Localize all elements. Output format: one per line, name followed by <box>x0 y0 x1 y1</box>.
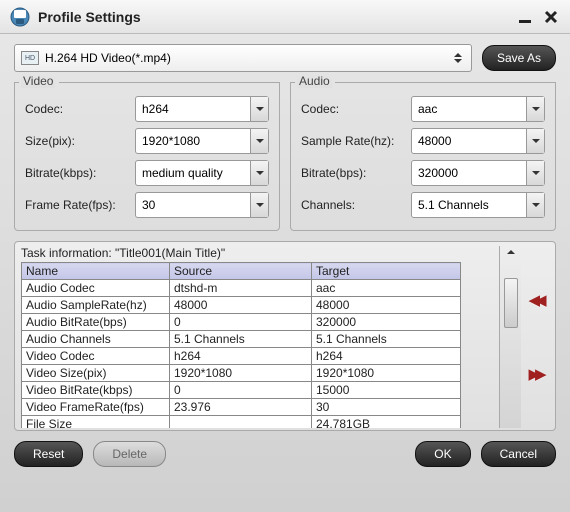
cell-target: 1920*1080 <box>312 365 461 382</box>
reset-button[interactable]: Reset <box>14 441 83 467</box>
video-bitrate-label: Bitrate(kbps): <box>25 166 135 180</box>
audio-channels-select[interactable]: 5.1 Channels <box>411 192 545 218</box>
updown-icon <box>451 53 465 63</box>
chevron-down-icon <box>526 97 544 121</box>
video-codec-label: Codec: <box>25 102 135 116</box>
chevron-down-icon <box>526 193 544 217</box>
chevron-down-icon <box>250 161 268 185</box>
cell-target: 320000 <box>312 314 461 331</box>
cell-name: Video Size(pix) <box>22 365 170 382</box>
cell-target: h264 <box>312 348 461 365</box>
task-info: Task information: "Title001(Main Title)" <box>21 246 499 260</box>
titlebar: Profile Settings <box>0 0 570 34</box>
task-table: Name Source Target Audio Codecdtshd-maac… <box>21 262 461 428</box>
video-bitrate-select[interactable]: medium quality <box>135 160 269 186</box>
cell-source: 0 <box>170 314 312 331</box>
cell-name: Video BitRate(kbps) <box>22 382 170 399</box>
cell-target: aac <box>312 280 461 297</box>
video-framerate-label: Frame Rate(fps): <box>25 198 135 212</box>
audio-codec-select[interactable]: aac <box>411 96 545 122</box>
chevron-down-icon <box>250 193 268 217</box>
prev-button[interactable]: ◀◀ <box>528 291 541 309</box>
table-row[interactable]: Audio Codecdtshd-maac <box>22 280 461 297</box>
cell-target: 24.781GB <box>312 416 461 429</box>
video-framerate-select[interactable]: 30 <box>135 192 269 218</box>
cell-target: 15000 <box>312 382 461 399</box>
scroll-up-icon[interactable] <box>507 250 515 254</box>
audio-codec-label: Codec: <box>301 102 411 116</box>
close-button[interactable] <box>542 8 560 26</box>
video-size-label: Size(pix): <box>25 134 135 148</box>
table-row[interactable]: Audio BitRate(bps)0320000 <box>22 314 461 331</box>
audio-sample-label: Sample Rate(hz): <box>301 134 411 148</box>
chevron-down-icon <box>250 97 268 121</box>
table-row[interactable]: Audio Channels5.1 Channels5.1 Channels <box>22 331 461 348</box>
table-row[interactable]: File Size 24.781GB <box>22 416 461 429</box>
footer: Reset Delete OK Cancel <box>0 431 570 477</box>
ok-button[interactable]: OK <box>415 441 470 467</box>
cell-source: dtshd-m <box>170 280 312 297</box>
cell-source: 5.1 Channels <box>170 331 312 348</box>
cell-source: 48000 <box>170 297 312 314</box>
audio-legend: Audio <box>297 74 332 88</box>
chevron-down-icon <box>250 129 268 153</box>
cell-name: Audio BitRate(bps) <box>22 314 170 331</box>
table-row[interactable]: Video Size(pix)1920*10801920*1080 <box>22 365 461 382</box>
col-source[interactable]: Source <box>170 263 312 280</box>
cell-target: 48000 <box>312 297 461 314</box>
minimize-button[interactable] <box>516 8 534 26</box>
audio-sample-select[interactable]: 48000 <box>411 128 545 154</box>
cell-source: h264 <box>170 348 312 365</box>
audio-bitrate-select[interactable]: 320000 <box>411 160 545 186</box>
delete-button[interactable]: Delete <box>93 441 166 467</box>
cell-name: Video Codec <box>22 348 170 365</box>
col-name[interactable]: Name <box>22 263 170 280</box>
chevron-down-icon <box>526 161 544 185</box>
task-panel: Task information: "Title001(Main Title)"… <box>14 241 556 431</box>
cell-name: Audio Channels <box>22 331 170 348</box>
table-row[interactable]: Video FrameRate(fps)23.97630 <box>22 399 461 416</box>
scrollbar[interactable] <box>499 246 521 428</box>
table-row[interactable]: Audio SampleRate(hz)4800048000 <box>22 297 461 314</box>
scroll-thumb[interactable] <box>504 278 518 328</box>
cell-source: 1920*1080 <box>170 365 312 382</box>
cell-source: 0 <box>170 382 312 399</box>
cell-name: Audio SampleRate(hz) <box>22 297 170 314</box>
video-codec-select[interactable]: h264 <box>135 96 269 122</box>
cell-target: 5.1 Channels <box>312 331 461 348</box>
audio-group: Audio Codec:aac Sample Rate(hz):48000 Bi… <box>290 82 556 231</box>
profile-dropdown[interactable]: HD H.264 HD Video(*.mp4) <box>14 44 472 72</box>
cell-name: File Size <box>22 416 170 429</box>
cell-source <box>170 416 312 429</box>
window-title: Profile Settings <box>38 9 508 25</box>
table-row[interactable]: Video BitRate(kbps)015000 <box>22 382 461 399</box>
profile-selected: H.264 HD Video(*.mp4) <box>45 51 451 65</box>
video-size-select[interactable]: 1920*1080 <box>135 128 269 154</box>
col-target[interactable]: Target <box>312 263 461 280</box>
cell-target: 30 <box>312 399 461 416</box>
cell-source: 23.976 <box>170 399 312 416</box>
video-group: Video Codec:h264 Size(pix):1920*1080 Bit… <box>14 82 280 231</box>
cell-name: Audio Codec <box>22 280 170 297</box>
app-icon <box>10 7 30 27</box>
video-legend: Video <box>21 74 55 88</box>
audio-channels-label: Channels: <box>301 198 411 212</box>
chevron-down-icon <box>526 129 544 153</box>
format-hd-icon: HD <box>21 51 39 65</box>
save-as-button[interactable]: Save As <box>482 45 556 71</box>
next-button[interactable]: ▶▶ <box>528 365 541 383</box>
table-row[interactable]: Video Codech264h264 <box>22 348 461 365</box>
audio-bitrate-label: Bitrate(bps): <box>301 166 411 180</box>
cancel-button[interactable]: Cancel <box>481 441 556 467</box>
cell-name: Video FrameRate(fps) <box>22 399 170 416</box>
